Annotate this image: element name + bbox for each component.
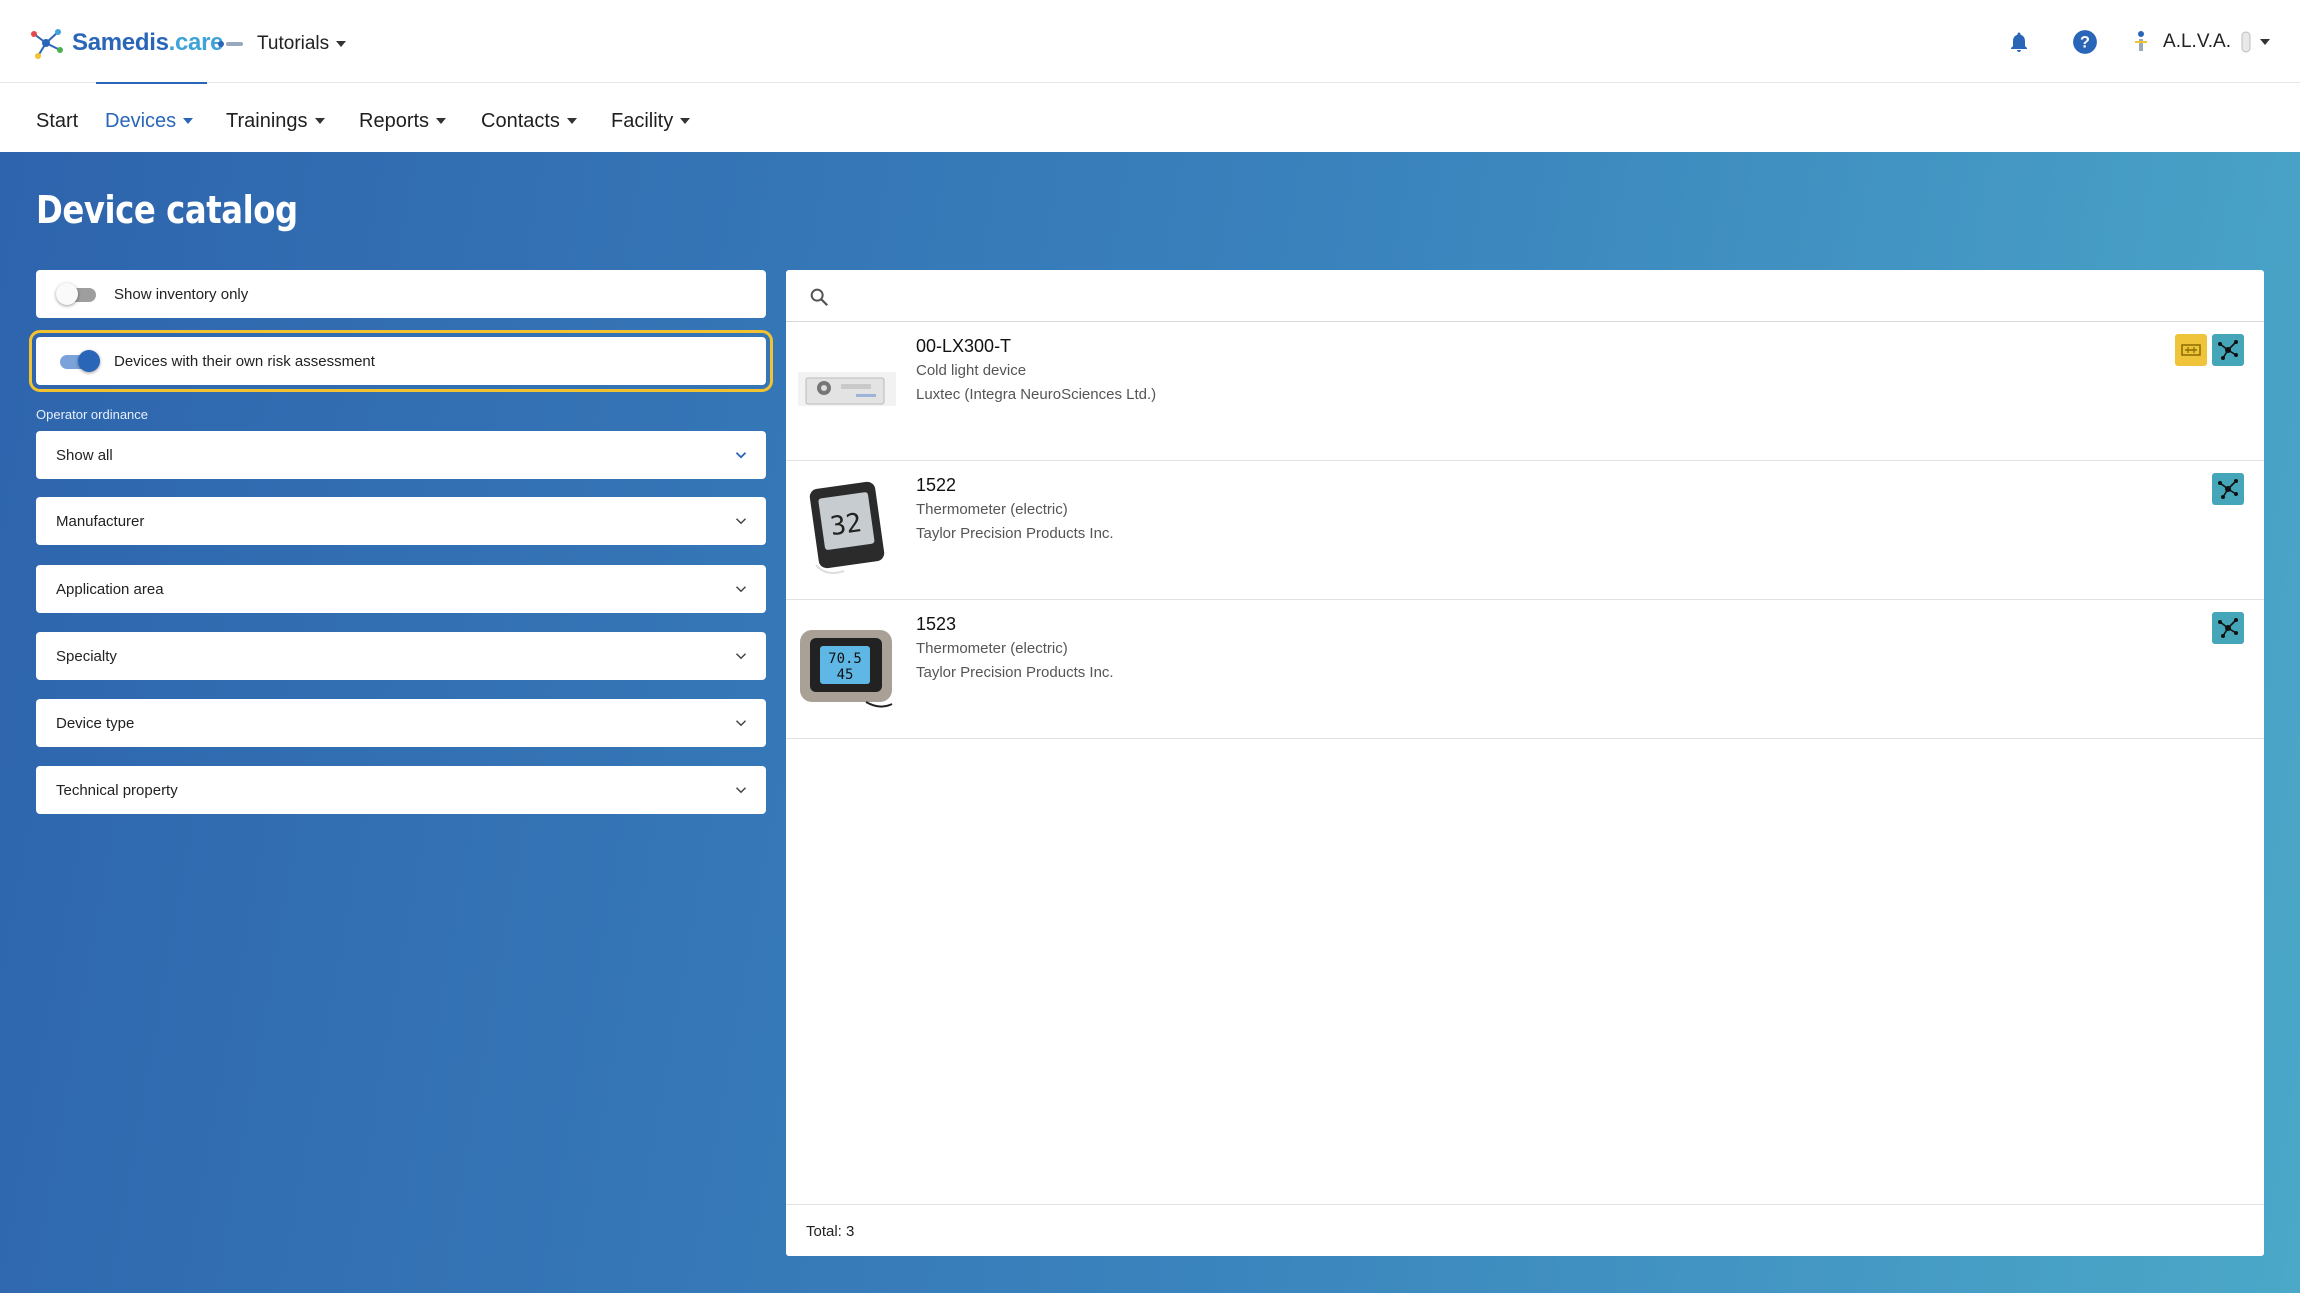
nav-contacts[interactable]: Contacts [481,106,577,136]
device-badges [2170,334,2244,366]
risk-assessment-toggle[interactable]: Devices with their own risk assessment [29,330,773,392]
svg-text:70.5: 70.5 [828,651,862,667]
device-row[interactable]: 00-LX300-T Cold light device Luxtec (Int… [786,322,2264,461]
help-icon[interactable]: ? [2071,28,2099,56]
search-bar [786,270,2264,322]
chevron-down-icon [735,586,747,593]
device-type: Cold light device [916,362,1027,379]
toggle-label: Devices with their own risk assessment [114,352,375,370]
user-menu[interactable]: A.L.V.A. [2131,29,2270,55]
nav-trainings[interactable]: Trainings [226,106,325,136]
device-title: 00-LX300-T [916,336,1012,356]
operator-ordinance-select[interactable]: Show all [36,431,766,479]
caret-down-icon [436,118,447,124]
caret-down-icon [314,118,325,124]
caret-down-icon [566,118,577,124]
select-label: Application area [56,580,164,598]
main-nav: Start Devices Trainings Reports Contacts… [0,84,2300,152]
select-label: Device type [56,714,135,732]
nav-facility[interactable]: Facility [611,106,691,136]
specialty-select[interactable]: Specialty [36,632,766,680]
caret-down-icon [680,118,691,124]
nav-start[interactable]: Start [36,106,78,136]
device-title: 1522 [916,475,957,495]
flask-icon [2241,31,2251,53]
chevron-down-icon [735,787,747,794]
main-content: Device catalog Show inventory only Devic… [0,152,2300,1293]
tenant-name: Tutorials [257,33,330,54]
device-title: 1523 [916,614,957,634]
device-thumbnail [798,372,896,406]
caret-down-icon [183,118,194,124]
page-title: Device catalog [36,188,298,232]
chevron-down-icon [735,452,747,459]
chevron-down-icon [735,720,747,727]
user-name: A.L.V.A. [2163,31,2231,52]
device-type: Thermometer (electric) [916,640,1068,657]
device-type-select[interactable]: Device type [36,699,766,747]
manufacturer-select[interactable]: Manufacturer [36,497,766,545]
svg-text:45: 45 [837,667,854,683]
svg-text:?: ? [2080,33,2090,51]
svg-text:32: 32 [828,508,863,542]
device-manufacturer: Taylor Precision Products Inc. [916,664,1114,681]
results-panel: 00-LX300-T Cold light device Luxtec (Int… [786,270,2264,1256]
device-thumbnail: 32 [809,481,885,574]
nav-reports[interactable]: Reports [359,106,447,136]
device-manufacturer: Taylor Precision Products Inc. [916,525,1114,542]
chevron-down-icon [735,653,747,660]
inventory-only-toggle[interactable]: Show inventory only [36,270,766,318]
nav-active-indicator [96,82,207,84]
logo-network-icon [31,29,63,59]
toggle-label: Show inventory only [114,285,249,303]
search-icon [810,288,829,307]
header-actions: ? A.L.V.A. [1967,28,2270,56]
select-label: Manufacturer [56,512,145,530]
device-manufacturer: Luxtec (Integra NeuroSciences Ltd.) [916,386,1157,403]
device-badges [2207,612,2244,644]
samedis-logo[interactable]: Samedis.care [26,26,223,60]
caret-down-icon [2260,39,2270,45]
toggle-switch[interactable] [56,283,100,305]
select-value: Show all [56,446,113,464]
total-count: Total: 3 [806,1223,855,1240]
device-row[interactable]: 70.5 45 1523 Thermometer (electric) Tayl… [786,600,2264,739]
device-row[interactable]: 32 1522 Thermometer (electric) Taylor Pr… [786,461,2264,600]
select-label: Specialty [56,647,117,665]
network-icon[interactable] [2212,334,2244,366]
network-icon[interactable] [2212,473,2244,505]
device-badges [2207,473,2244,505]
caret-down-icon [336,41,347,47]
logo-text: Samedis.care [72,29,224,56]
user-avatar-icon [2135,31,2148,51]
chevron-down-icon [735,518,747,525]
select-label: Technical property [56,781,178,799]
top-bar: Samedis.care Tutorials ? A.L.V.A. [0,0,2300,83]
notifications-bell-icon[interactable] [2005,28,2033,56]
application-area-select[interactable]: Application area [36,565,766,613]
search-input[interactable] [846,280,2236,312]
tenant-selector[interactable]: Tutorials [217,33,347,55]
results-footer: Total: 3 [786,1204,2264,1256]
operator-ordinance-label: Operator ordinance [36,407,149,422]
technical-property-select[interactable]: Technical property [36,766,766,814]
device-thumbnail: 70.5 45 [800,630,893,708]
nav-devices[interactable]: Devices [105,106,194,136]
network-icon[interactable] [2212,612,2244,644]
toggle-switch[interactable] [56,350,100,372]
device-type: Thermometer (electric) [916,501,1068,518]
tenant-logo-icon [218,41,243,47]
device-manual-icon[interactable] [2175,334,2207,366]
